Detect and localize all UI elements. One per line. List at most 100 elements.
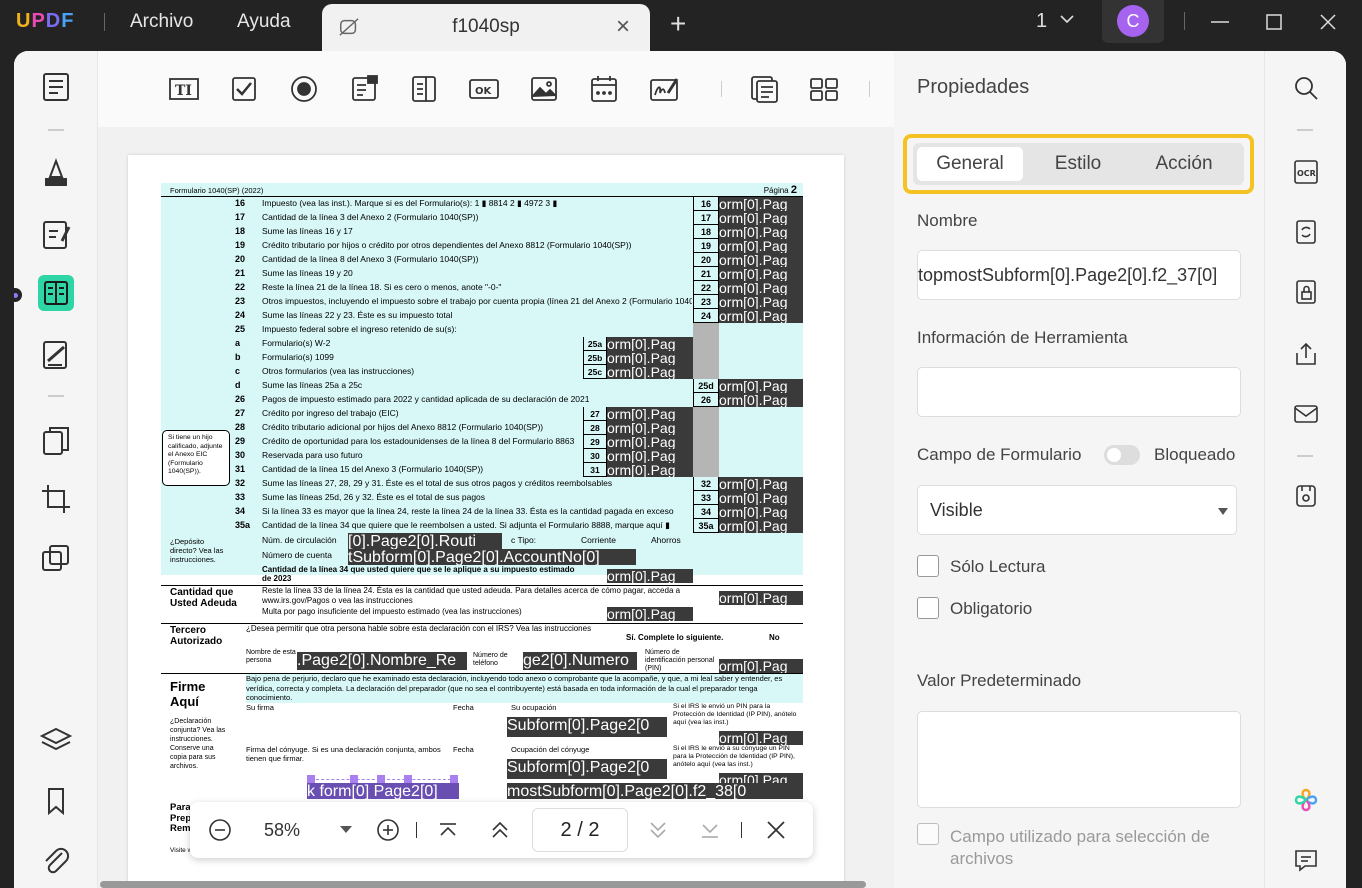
zoom-dropdown-icon[interactable] [340, 826, 352, 833]
date-field-icon[interactable] [588, 73, 620, 105]
convert-icon[interactable] [1293, 219, 1319, 245]
telefono-field[interactable]: ge2[0].Numero [523, 652, 637, 670]
protect-icon[interactable] [1293, 279, 1319, 305]
line-36-field[interactable]: orm[0].Pag [607, 569, 693, 583]
share-icon[interactable] [1293, 341, 1319, 367]
highlighter-icon[interactable] [38, 155, 74, 191]
avatar[interactable]: C [1117, 5, 1149, 37]
selection-handle[interactable] [307, 775, 315, 783]
comment-icon[interactable] [1293, 847, 1319, 873]
sub-form-field[interactable]: orm[0].Pag [607, 435, 693, 449]
ai-assistant-icon[interactable] [1293, 787, 1319, 813]
si-option[interactable]: Sí. Complete lo siguiente. [626, 633, 723, 642]
next-page-icon[interactable] [646, 818, 670, 842]
selection-handle[interactable] [450, 775, 458, 783]
edit-pdf-icon[interactable] [38, 217, 74, 253]
pin-field[interactable]: orm[0].Pag [719, 659, 803, 673]
tab-general[interactable]: General [917, 147, 1023, 181]
zoom-out-icon[interactable] [208, 818, 232, 842]
sub-form-field[interactable]: orm[0].Pag [607, 337, 693, 351]
herramienta-field[interactable] [917, 367, 1241, 417]
new-tab-icon[interactable]: + [670, 8, 686, 40]
grid-layout-icon[interactable] [808, 73, 840, 105]
selection-handle[interactable] [350, 775, 358, 783]
previous-page-icon[interactable] [488, 818, 512, 842]
seleccion-archivos-checkbox[interactable] [917, 823, 939, 845]
layers-stack-icon[interactable] [38, 541, 74, 577]
form-field[interactable]: orm[0].Pag [719, 393, 803, 407]
document-tab[interactable]: f1040sp × [322, 4, 650, 51]
radio-button-icon[interactable] [288, 73, 320, 105]
crop-icon[interactable] [38, 481, 74, 517]
ip-pin-field[interactable]: orm[0].Pag [719, 731, 803, 745]
form-field[interactable]: orm[0].Pag [719, 239, 803, 253]
horizontal-scrollbar[interactable] [100, 881, 866, 888]
line-37-field[interactable]: orm[0].Pag [719, 591, 803, 605]
zoom-level[interactable]: 58% [264, 820, 300, 841]
search-icon[interactable] [1293, 75, 1319, 101]
form-tool-icon[interactable] [38, 275, 74, 311]
account-field[interactable]: tSubform[0].Page2[0].AccountNo[0] [348, 549, 636, 565]
form-field[interactable]: orm[0].Pag [719, 309, 803, 323]
menu-archivo[interactable]: Archivo [130, 11, 193, 33]
signature-field-icon[interactable] [648, 73, 680, 105]
form-field[interactable]: orm[0].Pag [719, 225, 803, 239]
visibility-select[interactable]: Visible [917, 485, 1237, 535]
account-area[interactable]: C [1102, 0, 1164, 43]
ocr-icon[interactable]: OCR [1293, 159, 1319, 185]
first-page-icon[interactable] [436, 818, 460, 842]
selection-handle[interactable] [377, 775, 385, 783]
multiple-fields-icon[interactable] [748, 73, 780, 105]
sub-form-field[interactable]: orm[0].Pag [607, 463, 693, 477]
no-option[interactable]: No [769, 633, 780, 642]
bookmark-icon[interactable] [38, 783, 74, 819]
obligatorio-checkbox[interactable] [917, 597, 939, 619]
text-field-icon[interactable]: TI [168, 73, 200, 105]
list-box-icon[interactable] [408, 73, 440, 105]
form-field[interactable]: orm[0].Pag [719, 505, 803, 519]
routing-field[interactable]: [0].Page2[0].Routi [348, 533, 502, 549]
form-field[interactable]: orm[0].Pag [719, 379, 803, 393]
last-page-icon[interactable] [698, 818, 722, 842]
sub-form-field[interactable]: orm[0].Pag [607, 351, 693, 365]
form-field[interactable]: orm[0].Pag [719, 211, 803, 225]
close-tab-icon[interactable]: × [616, 13, 630, 41]
form-field[interactable]: orm[0].Pag [719, 295, 803, 309]
solo-lectura-checkbox[interactable] [917, 555, 939, 577]
form-field[interactable]: orm[0].Pag [719, 519, 803, 533]
attachment-icon[interactable] [38, 843, 74, 879]
combo-box-icon[interactable] [348, 73, 380, 105]
form-field[interactable]: orm[0].Pag [719, 197, 803, 211]
chevron-down-icon[interactable] [1058, 10, 1076, 28]
sub-form-field[interactable]: orm[0].Pag [607, 407, 693, 421]
sign-icon[interactable] [38, 337, 74, 373]
form-field[interactable]: orm[0].Pag [719, 253, 803, 267]
button-tool-icon[interactable]: OK [468, 73, 500, 105]
window-count[interactable]: 1 [1036, 10, 1047, 33]
menu-ayuda[interactable]: Ayuda [237, 11, 291, 33]
layers-icon[interactable] [38, 723, 74, 759]
tab-accion[interactable]: Acción [1131, 147, 1237, 181]
valor-textarea[interactable] [917, 711, 1241, 808]
line-38-field[interactable]: orm[0].Pag [607, 607, 693, 621]
sub-form-field[interactable]: orm[0].Pag [607, 449, 693, 463]
selection-handle[interactable] [404, 775, 412, 783]
bloqueado-toggle[interactable] [1104, 445, 1140, 465]
image-field-icon[interactable] [528, 73, 560, 105]
window-close-icon[interactable] [1316, 10, 1340, 34]
page-indicator[interactable]: 2 / 2 [532, 808, 628, 852]
organize-pages-icon[interactable] [38, 423, 74, 459]
form-field[interactable]: orm[0].Pag [719, 477, 803, 491]
nombre-persona-field[interactable]: .Page2[0].Nombre_Re [297, 652, 467, 670]
sub-form-field[interactable]: orm[0].Pag [607, 421, 693, 435]
tab-estilo[interactable]: Estilo [1025, 147, 1131, 181]
checkbox-tool-icon[interactable] [228, 73, 260, 105]
reader-icon[interactable] [38, 69, 74, 105]
form-field[interactable]: orm[0].Pag [719, 267, 803, 281]
ocupacion-field[interactable]: Subform[0].Page2[0 [507, 717, 667, 737]
save-icon[interactable] [1293, 483, 1319, 509]
close-zoombar-icon[interactable] [764, 818, 788, 842]
form-field[interactable]: orm[0].Pag [719, 281, 803, 295]
sub-form-field[interactable]: orm[0].Pag [607, 365, 693, 379]
selected-phone-field[interactable]: k form[0] Page2[0] [307, 783, 459, 799]
